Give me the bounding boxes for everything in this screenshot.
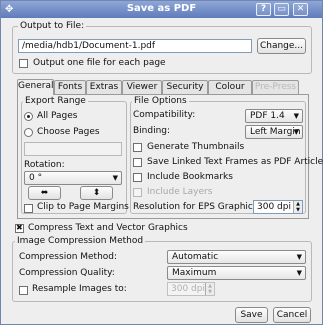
- rotation-select[interactable]: 0 ° ▼: [24, 171, 122, 185]
- help-button[interactable]: ?: [256, 3, 271, 16]
- save-button[interactable]: Save: [235, 307, 268, 323]
- tab-prepress: Pre-Press: [252, 80, 299, 94]
- general-tab-pane: Export Range All Pages Choose Pages Rota…: [17, 94, 323, 219]
- layers-checkbox: [133, 188, 142, 197]
- resample-label: Resample Images to:: [32, 284, 127, 294]
- chevron-down-icon: ▼: [296, 253, 302, 261]
- compression-quality-label: Compression Quality:: [19, 268, 115, 278]
- compress-text-checkbox[interactable]: [15, 223, 24, 233]
- spin-arrows-icon: ▲ ▼: [205, 283, 214, 295]
- compatibility-select[interactable]: PDF 1.4 ▼: [245, 109, 303, 123]
- compatibility-label: Compatibility:: [133, 110, 196, 120]
- eps-resolution-value: 300 dpi: [257, 202, 291, 212]
- clip-to-margins-checkbox[interactable]: [24, 204, 33, 213]
- close-button[interactable]: ✕: [293, 3, 308, 16]
- title-bar[interactable]: ✥ Save as PDF ? ▭ ✕: [1, 1, 322, 18]
- spin-arrows-icon[interactable]: ▲ ▼: [293, 201, 302, 213]
- save-as-pdf-dialog: ✥ Save as PDF ? ▭ ✕ Output to File: /med…: [0, 0, 323, 325]
- compatibility-value: PDF 1.4: [250, 111, 285, 121]
- resample-checkbox[interactable]: [19, 286, 28, 295]
- compression-quality-value: Maximum: [172, 268, 217, 278]
- tab-extras[interactable]: Extras: [86, 80, 122, 94]
- binding-label: Binding:: [133, 126, 171, 136]
- compression-method-value: Automatic: [172, 252, 219, 262]
- layers-label: Include Layers: [147, 187, 213, 197]
- all-pages-radio[interactable]: [24, 112, 33, 121]
- cancel-button[interactable]: Cancel: [273, 307, 311, 323]
- choose-pages-radio[interactable]: [24, 128, 33, 137]
- tab-viewer[interactable]: Viewer: [122, 80, 162, 94]
- one-file-per-page-label: Output one file for each page: [33, 58, 166, 68]
- tab-security[interactable]: Security: [162, 80, 208, 94]
- flip-horizontal-button[interactable]: ⬌: [28, 186, 61, 200]
- file-options-legend: File Options: [132, 96, 189, 106]
- image-compression-legend: Image Compression Method: [15, 236, 146, 246]
- chevron-down-icon: ▼: [112, 174, 118, 182]
- page-range-input[interactable]: [24, 142, 122, 156]
- tab-fonts[interactable]: Fonts: [54, 80, 86, 94]
- change-button[interactable]: Change...: [257, 38, 306, 54]
- bookmarks-checkbox[interactable]: [133, 173, 142, 182]
- bookmarks-label: Include Bookmarks: [147, 172, 233, 182]
- compress-text-label: Compress Text and Vector Graphics: [28, 223, 188, 233]
- rotation-label: Rotation:: [24, 160, 65, 170]
- rotation-value: 0 °: [29, 173, 43, 183]
- clip-to-margins-label: Clip to Page Margins: [37, 202, 129, 212]
- chevron-down-icon: ▼: [293, 128, 299, 136]
- output-legend: Output to File:: [18, 21, 87, 31]
- flip-vertical-button[interactable]: ⬍: [80, 186, 113, 200]
- linked-frames-label: Save Linked Text Frames as PDF Articles: [147, 157, 323, 167]
- chevron-down-icon: ▼: [296, 269, 302, 277]
- minimize-button[interactable]: ▭: [274, 3, 289, 16]
- eps-resolution-label: Resolution for EPS Graphics:: [133, 202, 261, 212]
- resample-value: 300 dpi: [171, 284, 205, 294]
- binding-select[interactable]: Left Margin ▼: [245, 125, 303, 139]
- linked-frames-checkbox[interactable]: [133, 158, 142, 167]
- resample-spinbox: 300 dpi ▲ ▼: [167, 282, 215, 296]
- thumbnails-label: Generate Thumbnails: [147, 142, 245, 152]
- choose-pages-label: Choose Pages: [37, 127, 100, 137]
- all-pages-label: All Pages: [37, 111, 78, 121]
- one-file-per-page-checkbox[interactable]: [19, 59, 28, 68]
- eps-resolution-spinbox[interactable]: 300 dpi ▲ ▼: [253, 200, 303, 214]
- tab-colour[interactable]: Colour: [208, 80, 252, 94]
- output-path-input[interactable]: /media/hdb1/Document-1.pdf: [18, 39, 252, 53]
- chevron-down-icon: ▼: [293, 112, 299, 120]
- export-range-legend: Export Range: [23, 96, 88, 106]
- thumbnails-checkbox[interactable]: [133, 143, 142, 152]
- compression-method-label: Compression Method:: [19, 252, 118, 262]
- compression-method-select[interactable]: Automatic ▼: [167, 250, 306, 264]
- tab-general[interactable]: General: [17, 79, 54, 95]
- compression-quality-select[interactable]: Maximum ▼: [167, 266, 306, 280]
